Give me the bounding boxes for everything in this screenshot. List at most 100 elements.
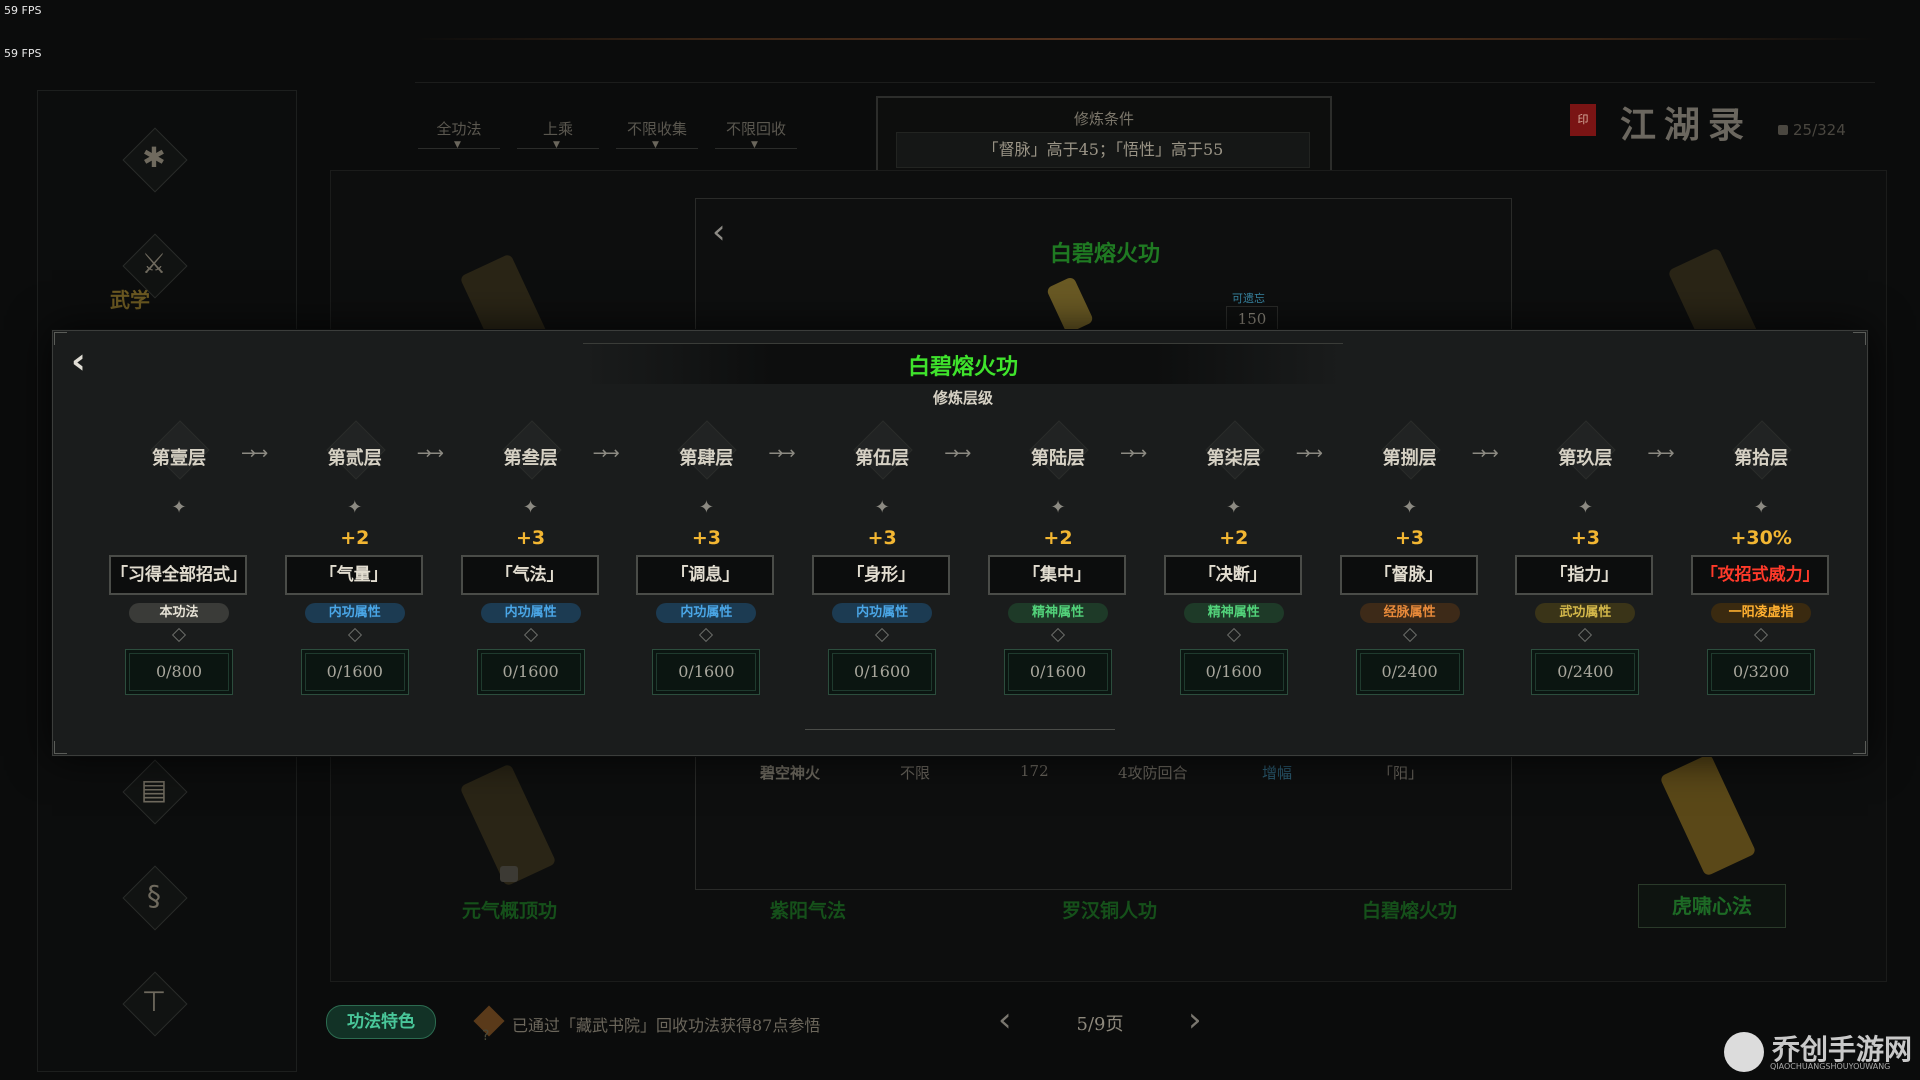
move-turns: 4攻防回合 [1118, 764, 1188, 782]
sparkle-icon: ✦ [1577, 497, 1593, 518]
arrow-right-icon: →→ [1471, 443, 1499, 464]
level-progress: 0/800 [125, 649, 233, 695]
next-page-button[interactable]: › [1188, 1000, 1202, 1040]
skill-card-tiger[interactable]: 虎啸心法 [1638, 884, 1786, 928]
sparkle-icon: ✦ [1050, 497, 1066, 518]
attribute-tag: 精神属性 [1008, 603, 1108, 623]
arrow-right-icon: →→ [1295, 443, 1323, 464]
level-attribute[interactable]: 「习得全部招式」 [109, 555, 247, 595]
chevron-down-icon: ▼ [454, 140, 461, 150]
filter-collect[interactable]: 不限收集 ▼ [616, 118, 698, 150]
forget-label: 可遗忘 [1232, 292, 1265, 305]
diamond-icon [171, 627, 187, 643]
sparkle-icon: ✦ [1226, 497, 1242, 518]
chevron-down-icon: ▼ [751, 140, 758, 150]
diamond-icon [523, 627, 538, 643]
prev-page-button[interactable]: ‹ [998, 1000, 1012, 1040]
top-divider [415, 38, 1875, 40]
attribute-tag: 内功属性 [832, 603, 933, 623]
diamond-icon [699, 627, 714, 643]
level-bonus: +2 [340, 527, 370, 549]
sparkle-icon: ✦ [523, 497, 539, 518]
back-arrow-icon[interactable]: ‹ [712, 212, 726, 252]
arrow-right-icon: →→ [416, 443, 444, 464]
back-arrow-icon[interactable]: ‹ [71, 341, 86, 382]
lock-icon [1778, 125, 1788, 135]
level-attribute[interactable]: 「集中」 [988, 555, 1126, 595]
chevron-down-icon: ▼ [553, 140, 560, 150]
help-icon[interactable]: ? [482, 1028, 489, 1044]
arrow-right-icon: →→ [1647, 443, 1674, 464]
level-attribute[interactable]: 「决断」 [1163, 555, 1302, 595]
level-bonus: +2 [1043, 527, 1073, 549]
level-progress: 0/2400 [1531, 649, 1640, 695]
level-attribute[interactable]: 「身形」 [812, 555, 951, 595]
filter-recycle[interactable]: 不限回收 ▼ [715, 118, 797, 150]
feature-button[interactable]: 功法特色 [326, 1005, 436, 1039]
page-number: 5/9页 [1076, 1014, 1124, 1035]
level-bonus: +3 [691, 527, 721, 549]
filter-grade[interactable]: 上乘 ▼ [517, 118, 599, 150]
level-bonus: +3 [867, 527, 897, 549]
filter-all[interactable]: 全功法 ▼ [418, 118, 500, 150]
attribute-tag: 内功属性 [656, 603, 757, 623]
watermark-logo [1724, 1032, 1764, 1072]
level-attribute[interactable]: 「气量」 [284, 555, 423, 595]
attribute-tag: 武功属性 [1535, 603, 1636, 623]
sparkle-icon: ✦ [171, 497, 187, 518]
sparkle-icon: ✦ [1753, 497, 1769, 518]
fps-counter: 59 FPS [4, 47, 42, 60]
level-column: 第陆层 ✦ +2 「集中」 精神属性 0/1600 [970, 331, 1146, 755]
level-progress: 0/1600 [300, 649, 409, 695]
sparkle-icon: ✦ [698, 497, 714, 518]
level-column: 第拾层 ✦ +30% 「攻招式威力」 一阳凌虚指 0/3200 [1673, 331, 1849, 755]
forget-value: 150 [1226, 306, 1278, 332]
chevron-down-icon: ▼ [652, 140, 659, 150]
skill-name[interactable]: 元气概顶功 [462, 896, 557, 923]
level-progress: 0/1600 [1004, 649, 1112, 695]
skill-name[interactable]: 紫阳气法 [770, 896, 846, 923]
page-title: 江湖录 [1620, 104, 1753, 146]
level-attribute[interactable]: 「督脉」 [1339, 555, 1478, 595]
sidebar-label-martial[interactable]: 武学 [110, 284, 150, 313]
skill-detail-title: 白碧熔火功 [1049, 241, 1160, 267]
skill-name[interactable]: 罗汉铜人功 [1062, 896, 1157, 923]
book-icon[interactable]: ▤ [118, 755, 190, 827]
gourd-icon[interactable]: § [118, 861, 190, 933]
level-bonus: +3 [516, 527, 546, 549]
diamond-icon [347, 627, 362, 643]
attribute-tag: 本功法 [129, 603, 229, 623]
level-column: 第肆层 ✦ +3 「调息」 内功属性 0/1600 [618, 331, 794, 755]
corner-ornament [54, 332, 67, 345]
beetle-icon[interactable]: ✱ [118, 123, 190, 195]
level-attribute[interactable]: 「调息」 [636, 555, 775, 595]
move-attr: 「阳」 [1378, 764, 1424, 782]
level-progress: 0/1600 [828, 649, 937, 695]
level-bonus: +3 [1570, 527, 1600, 549]
lock-icon [500, 866, 518, 882]
attribute-tag: 经脉属性 [1359, 603, 1460, 623]
skill-name[interactable]: 白碧熔火功 [1362, 896, 1457, 923]
arrow-right-icon: →→ [944, 443, 971, 464]
diamond-icon [1226, 627, 1241, 643]
arrow-right-icon: →→ [1120, 443, 1147, 464]
level-attribute[interactable]: 「气法」 [460, 555, 599, 595]
diamond-icon [875, 627, 890, 643]
condition-title: 修炼条件 [1073, 110, 1134, 128]
recycle-message: 已通过「藏武书院」回收功法获得87点参悟 [512, 1016, 821, 1035]
level-progress: 0/1600 [652, 649, 761, 695]
sparkle-icon: ✦ [1402, 497, 1418, 518]
seal-icon: 印 [1570, 104, 1596, 136]
level-column: 第柒层 ✦ +2 「决断」 精神属性 0/1600 [1146, 331, 1322, 755]
level-progress: 0/3200 [1707, 649, 1816, 695]
level-attribute[interactable]: 「指力」 [1515, 555, 1654, 595]
level-attribute[interactable]: 「攻招式威力」 [1691, 555, 1830, 595]
level-progress: 0/2400 [1355, 649, 1464, 695]
collection-count: 25/324 [1778, 121, 1846, 139]
level-column: 第叁层 ✦ +3 「气法」 内功属性 0/1600 [443, 331, 619, 755]
robe-icon[interactable]: ⊤ [118, 967, 190, 1039]
level-column: 第捌层 ✦ +3 「督脉」 经脉属性 0/2400 [1322, 331, 1498, 755]
attribute-tag: 内功属性 [304, 603, 405, 623]
fps-counter: 59 FPS [4, 4, 42, 17]
diamond-icon [1402, 627, 1417, 643]
